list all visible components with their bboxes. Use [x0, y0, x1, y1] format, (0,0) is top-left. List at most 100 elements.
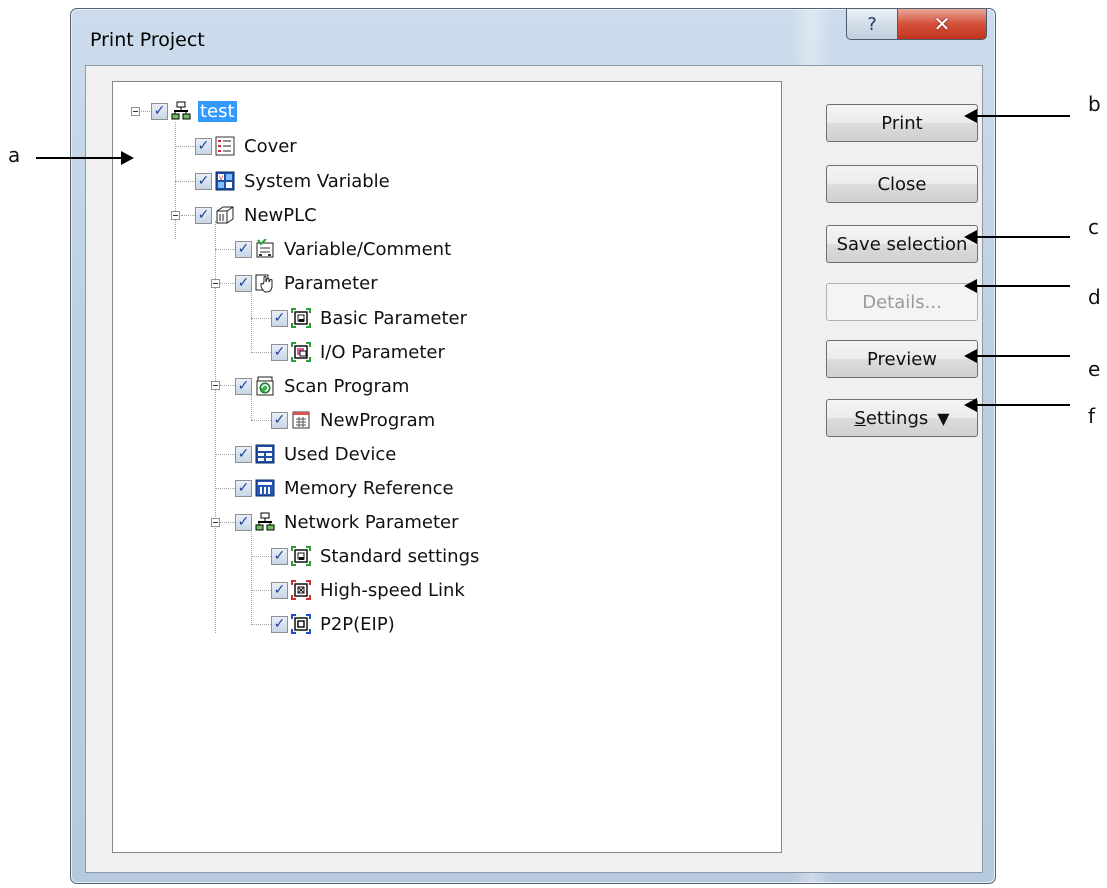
tree-item-label: Variable/Comment [284, 238, 452, 260]
checkbox[interactable]: ✓ [195, 172, 212, 190]
collapse-test-toggle[interactable] [131, 107, 140, 116]
tree-line [175, 146, 195, 147]
network-project-icon [171, 101, 191, 121]
callout-a-label: a [8, 143, 21, 167]
checkbox[interactable]: ✓ [271, 411, 288, 429]
checkbox[interactable]: ✓ [271, 343, 288, 361]
memory-reference-icon [255, 478, 275, 498]
close-icon: ✕ [933, 12, 951, 36]
tree-item-standard-settings[interactable]: ✓ Standard settings [271, 541, 481, 571]
collapse-parameter-toggle[interactable] [211, 279, 220, 288]
dropdown-arrow-icon: ▼ [937, 408, 950, 428]
variable-comment-icon [255, 239, 275, 259]
project-tree[interactable]: ✓ test ✓ Cover ✓ V System Variable ✓ New… [112, 81, 782, 853]
close-button[interactable]: Close [826, 165, 978, 203]
tree-line [220, 522, 235, 523]
callout-c-label: c [1088, 215, 1099, 239]
tree-item-io-parameter[interactable]: ✓ I/O Parameter [271, 337, 447, 367]
collapse-network-parameter-toggle[interactable] [211, 518, 220, 527]
collapse-scan-program-toggle[interactable] [211, 381, 220, 390]
checkbox[interactable]: ✓ [235, 445, 252, 463]
tree-line [175, 181, 195, 182]
tree-line [251, 590, 271, 591]
used-device-icon [255, 444, 275, 464]
tree-item-label: I/O Parameter [320, 341, 445, 363]
callout-f-arrow [964, 398, 1070, 412]
checkbox[interactable]: ✓ [151, 102, 168, 120]
dialog-client-area: ✓ test ✓ Cover ✓ V System Variable ✓ New… [85, 65, 983, 873]
tree-line [181, 215, 195, 216]
tree-item-label: NewProgram [320, 409, 436, 431]
tree-item-parameter[interactable]: ✓ Parameter [235, 268, 380, 298]
checkbox[interactable]: ✓ [195, 206, 212, 224]
details-button[interactable]: Details... [826, 283, 978, 321]
tree-item-label: P2P(EIP) [320, 613, 395, 635]
tree-line [215, 249, 235, 250]
tree-item-cover[interactable]: ✓ Cover [195, 131, 299, 161]
collapse-newplc-toggle[interactable] [171, 211, 180, 220]
preview-button[interactable]: Preview [826, 340, 978, 378]
title-bar-buttons: ? ✕ [846, 9, 987, 41]
checkbox[interactable]: ✓ [235, 240, 252, 258]
system-variable-icon: V [215, 171, 235, 191]
checkbox[interactable]: ✓ [271, 615, 288, 633]
settings-mnemonic: S [854, 407, 866, 429]
tree-item-used-device[interactable]: ✓ Used Device [235, 439, 398, 469]
tree-item-label: Parameter [284, 272, 378, 294]
tree-item-newprogram[interactable]: ✓ NewProgram [271, 405, 437, 435]
callout-f-label: f [1088, 404, 1096, 428]
tree-line [251, 420, 271, 421]
tree-item-label: Basic Parameter [320, 307, 468, 329]
tree-item-basic-parameter[interactable]: ✓ Basic Parameter [271, 303, 469, 333]
tree-line [251, 352, 271, 353]
checkbox[interactable]: ✓ [195, 137, 212, 155]
checkbox[interactable]: ✓ [235, 274, 252, 292]
tree-item-scan-program[interactable]: ✓ Scan Program [235, 371, 411, 401]
cover-list-icon [215, 136, 235, 156]
callout-a-arrow [36, 151, 134, 165]
tree-item-memory-reference[interactable]: ✓ Memory Reference [235, 473, 456, 503]
tree-item-variable-comment[interactable]: ✓ Variable/Comment [235, 234, 453, 264]
checkbox[interactable]: ✓ [271, 309, 288, 327]
tree-item-test[interactable]: ✓ test [151, 96, 237, 126]
tree-line [220, 385, 235, 386]
help-icon: ? [867, 13, 877, 35]
tree-item-network-parameter[interactable]: ✓ Network Parameter [235, 507, 461, 537]
callout-d-label: d [1088, 285, 1101, 309]
tree-item-label: Used Device [284, 443, 397, 465]
tree-item-p2p-eip[interactable]: ✓ P2P(EIP) [271, 609, 397, 639]
settings-label: ettings [865, 407, 929, 429]
tree-item-label: Scan Program [284, 375, 410, 397]
close-window-button[interactable]: ✕ [898, 9, 987, 40]
program-icon [291, 410, 311, 430]
callout-b-arrow [964, 109, 1070, 123]
callout-d-arrow [964, 279, 1070, 293]
settings-button[interactable]: Settings ▼ [826, 399, 978, 437]
print-project-dialog: Print Project ? ✕ ✓ test ✓ Cover ✓ V Sys… [70, 8, 996, 884]
checkbox[interactable]: ✓ [235, 513, 252, 531]
print-button[interactable]: Print [826, 104, 978, 142]
tree-item-system-variable[interactable]: ✓ V System Variable [195, 166, 392, 196]
tree-item-high-speed-link[interactable]: ✓ High-speed Link [271, 575, 467, 605]
tree-line [251, 556, 271, 557]
high-speed-link-icon [291, 580, 311, 600]
checkbox[interactable]: ✓ [271, 581, 288, 599]
tree-item-newplc[interactable]: ✓ NewPLC [195, 200, 319, 230]
tree-item-label: test [198, 100, 237, 122]
tree-line [251, 528, 252, 623]
scan-program-icon [255, 376, 275, 396]
tree-item-label: Memory Reference [284, 477, 454, 499]
callout-e-arrow [964, 349, 1070, 363]
checkbox[interactable]: ✓ [271, 547, 288, 565]
checkbox[interactable]: ✓ [235, 377, 252, 395]
save-selection-button[interactable]: Save selection [826, 225, 978, 263]
tree-item-label: System Variable [244, 170, 390, 192]
tree-line [215, 454, 235, 455]
help-button[interactable]: ? [846, 9, 898, 40]
tree-item-label: Cover [244, 135, 297, 157]
callout-b-label: b [1088, 92, 1101, 116]
tree-line [251, 318, 271, 319]
network-parameter-icon [255, 512, 275, 532]
checkbox[interactable]: ✓ [235, 479, 252, 497]
tree-line [251, 289, 252, 350]
